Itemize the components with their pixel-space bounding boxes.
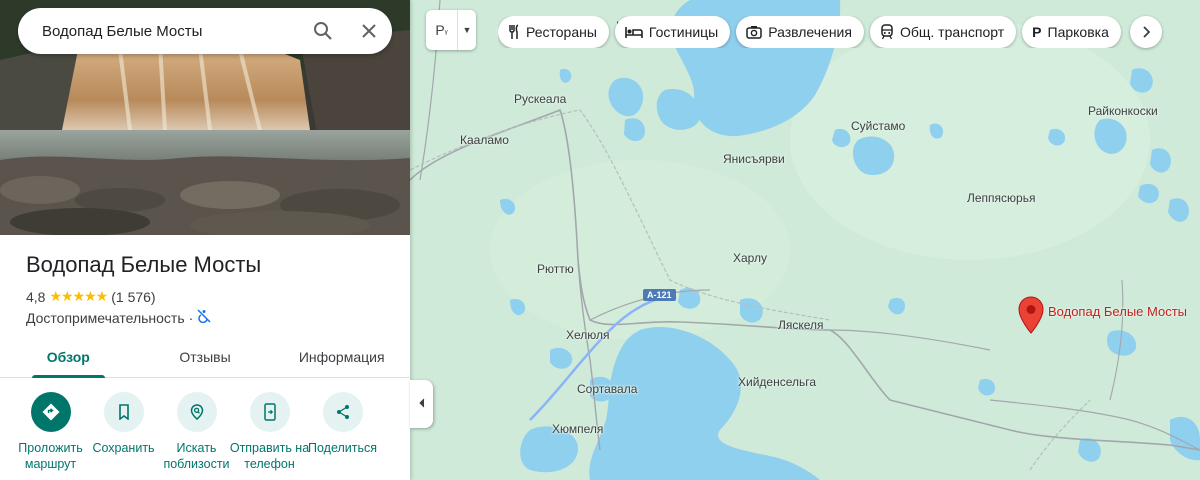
separator: ·	[188, 309, 194, 326]
town-label[interactable]: Ляскеля	[778, 318, 824, 332]
category-row: Достопримечательность ·	[26, 309, 211, 326]
town-label[interactable]: Суйстамо	[851, 119, 905, 133]
category-chips: Рестораны Гостиницы Развлечения Общ. тра…	[498, 16, 1158, 48]
rating-row[interactable]: 4,8 ★★★★★ (1 576)	[26, 288, 156, 305]
action-buttons: Проложить маршрут Сохранить Искать побли…	[14, 392, 379, 472]
chip-transit[interactable]: Общ. транспорт	[869, 16, 1017, 48]
chips-next-button[interactable]	[1130, 16, 1162, 48]
chevron-right-icon	[1143, 26, 1150, 38]
close-icon[interactable]	[346, 8, 392, 54]
chip-parking[interactable]: P Парковка	[1022, 16, 1121, 48]
chip-hotels[interactable]: Гостиницы	[614, 16, 731, 48]
place-category[interactable]: Достопримечательность	[26, 310, 185, 326]
search-icon[interactable]	[300, 8, 346, 54]
tab-about[interactable]: Информация	[273, 336, 410, 377]
tab-overview[interactable]: Обзор	[0, 336, 137, 378]
town-label[interactable]: Рускеала	[514, 92, 566, 106]
town-label[interactable]: Хюмпеля	[552, 422, 603, 436]
search-input[interactable]: Водопад Белые Мосты	[42, 23, 300, 40]
chip-label: Общ. транспорт	[899, 24, 1005, 40]
place-title: Водопад Белые Мосты	[26, 252, 262, 277]
place-panel: Водопад Белые Мосты Водопад Белые Мосты …	[0, 0, 410, 480]
nearby-label: Искать поблизости	[163, 441, 230, 471]
transit-icon	[881, 24, 893, 40]
place-tabs: Обзор Отзывы Информация	[0, 336, 410, 378]
rating-value: 4,8	[26, 288, 46, 305]
search-box[interactable]: Водопад Белые Мосты	[18, 8, 392, 54]
directions-icon	[30, 392, 71, 432]
town-label[interactable]: Харлу	[733, 251, 767, 265]
town-label[interactable]: Хийденсельга	[738, 375, 816, 389]
nearby-icon	[176, 392, 217, 432]
save-label: Сохранить	[92, 441, 155, 455]
town-label[interactable]: Леппясюрья	[967, 191, 1035, 205]
road-shield-a121: А-121	[643, 289, 676, 301]
chip-label: Гостиницы	[648, 24, 719, 40]
send-to-phone-label: Отправить на телефон	[229, 441, 310, 471]
send-to-phone-icon	[249, 392, 290, 432]
hotel-icon	[625, 27, 643, 38]
parking-icon: P	[1032, 24, 1042, 40]
town-label[interactable]: Хелюля	[566, 328, 610, 342]
chevron-down-icon[interactable]: ▼	[458, 10, 476, 50]
nearby-button[interactable]: Искать поблизости	[160, 392, 233, 472]
chip-label: Развлечения	[768, 24, 852, 40]
town-label[interactable]: Райконкоски	[1088, 104, 1158, 118]
directions-label: Проложить маршрут	[18, 441, 83, 471]
directions-button[interactable]: Проложить маршрут	[14, 392, 87, 472]
tab-reviews[interactable]: Отзывы	[137, 336, 274, 377]
place-photo[interactable]: Водопад Белые Мосты	[0, 0, 410, 235]
share-button[interactable]: Поделиться	[306, 392, 379, 472]
review-count[interactable]: (1 576)	[111, 289, 155, 305]
restaurant-icon	[509, 24, 519, 39]
collapse-panel-button[interactable]	[410, 380, 433, 428]
town-label[interactable]: Рюттю	[537, 262, 574, 276]
camera-icon	[746, 26, 762, 39]
save-button[interactable]: Сохранить	[87, 392, 160, 472]
place-marker-label: Водопад Белые Мосты	[1048, 304, 1188, 319]
share-label: Поделиться	[307, 441, 378, 455]
town-label[interactable]: Кааламо	[460, 133, 509, 147]
route-layers-button[interactable]: Рᵧ ▼	[426, 10, 476, 50]
no-wheelchair-icon[interactable]	[197, 309, 211, 326]
town-label[interactable]: Янисъярви	[723, 152, 785, 166]
route-icon[interactable]: Рᵧ	[426, 10, 458, 50]
chip-label: Рестораны	[526, 24, 597, 40]
chevron-left-icon	[418, 395, 426, 413]
bookmark-icon	[103, 392, 144, 432]
chip-restaurants[interactable]: Рестораны	[498, 16, 609, 48]
map-base	[410, 0, 1200, 480]
send-to-phone-button[interactable]: Отправить на телефон	[230, 392, 309, 472]
place-marker[interactable]: Водопад Белые Мосты	[1018, 296, 1187, 334]
route-icon-glyph: Р	[435, 22, 445, 38]
map-pin-icon	[1018, 296, 1044, 334]
town-label[interactable]: Сортавала	[577, 382, 637, 396]
map-canvas[interactable]: Рускеала Кааламо Янисъярви Суйстамо Райк…	[410, 0, 1200, 480]
chip-label: Парковка	[1047, 24, 1109, 40]
chip-entertainment[interactable]: Развлечения	[736, 16, 864, 48]
star-rating-icon: ★★★★★	[49, 288, 108, 304]
share-icon	[322, 392, 363, 432]
